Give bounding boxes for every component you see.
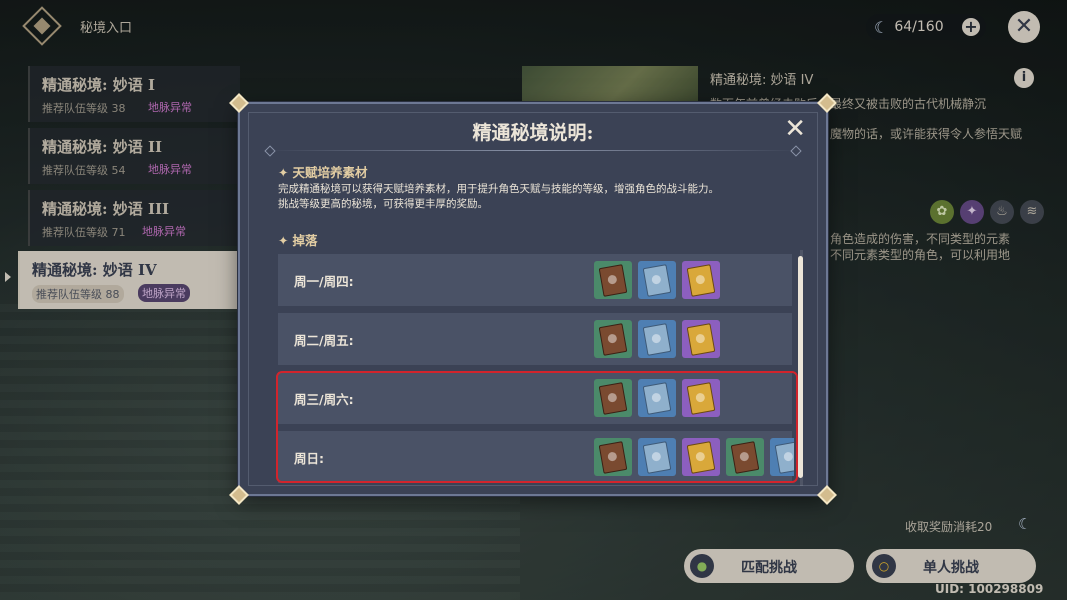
- talent-book-blue-item[interactable]: [638, 320, 676, 358]
- dialog-close-icon[interactable]: ✕: [784, 114, 806, 144]
- day-label: 周一/周四:: [294, 274, 354, 289]
- book-icon: [686, 264, 716, 297]
- day-label: 周二/周五:: [294, 333, 354, 348]
- talent-book-green-item[interactable]: [594, 320, 632, 358]
- section-heading-drops: ✦ 掉落: [278, 230, 318, 249]
- dialog-title: 精通秘境说明:: [472, 122, 594, 144]
- talent-book-purple-item[interactable]: [682, 261, 720, 299]
- book-icon: [686, 323, 716, 356]
- sparkle-icon: ✦: [278, 233, 289, 248]
- sparkle-icon: ✦: [278, 165, 289, 180]
- section-title: 掉落: [292, 233, 318, 248]
- domain-info-dialog: 精通秘境说明: ✕ ✦ 天赋培养素材 完成精通秘境可以获得天赋培养素材，用于提升角…: [229, 93, 837, 505]
- book-icon: [598, 264, 628, 297]
- title-divider: [266, 150, 800, 151]
- talent-book-purple-item[interactable]: [682, 320, 720, 358]
- talent-book-blue-item[interactable]: [638, 261, 676, 299]
- talent-book-green-item[interactable]: [594, 261, 632, 299]
- section-description: 完成精通秘境可以获得天赋培养素材，用于提升角色天赋与技能的等级，增强角色的战斗能…: [278, 183, 719, 195]
- scrollbar-thumb[interactable]: [798, 256, 803, 478]
- section-description: 挑战等级更高的秘境，可获得更丰厚的奖励。: [278, 198, 488, 210]
- section-title: 天赋培养素材: [292, 165, 368, 180]
- book-icon: [598, 323, 628, 356]
- drop-row: 周一/周四:: [278, 254, 792, 306]
- book-icon: [642, 264, 672, 297]
- highlight-box: [276, 371, 798, 483]
- section-heading-talent: ✦ 天赋培养素材: [278, 162, 368, 181]
- drop-row: 周二/周五:: [278, 313, 792, 365]
- book-icon: [642, 323, 672, 356]
